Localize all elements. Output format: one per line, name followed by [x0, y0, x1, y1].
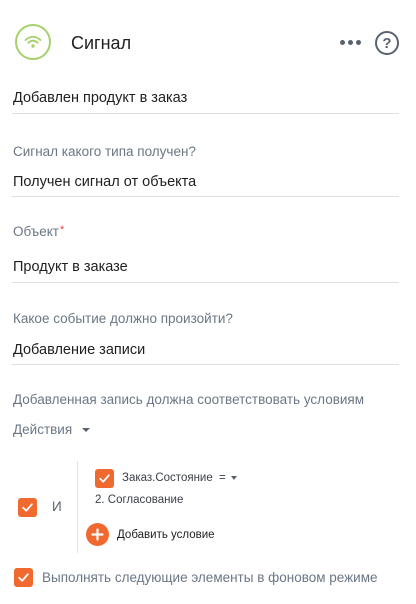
signal-type-field[interactable]: Получен сигнал от объекта: [12, 174, 399, 197]
required-mark: *: [59, 224, 65, 236]
page-title: Сигнал: [71, 33, 132, 53]
condition-checkbox[interactable]: [95, 469, 114, 488]
help-icon[interactable]: ?: [375, 31, 399, 55]
checkmark-icon: [22, 503, 33, 512]
wifi-signal-icon: [24, 35, 42, 48]
background-mode-label: Выполнять следующие элементы в фоновом р…: [42, 570, 378, 585]
group-checkbox[interactable]: [18, 498, 37, 517]
group-operator[interactable]: И: [52, 499, 62, 514]
actions-label: Действия: [13, 422, 73, 437]
condition-field[interactable]: Заказ.Состояние: [122, 472, 213, 484]
object-value: Продукт в заказе: [13, 259, 128, 275]
group-divider: [77, 461, 78, 553]
add-condition-label: Добавить условие: [117, 528, 215, 541]
element-name-field[interactable]: Добавлен продукт в заказ: [12, 90, 399, 114]
actions-dropdown[interactable]: Действия: [13, 422, 91, 437]
condition-value[interactable]: 2. Согласование: [95, 494, 183, 506]
chevron-down-icon: [230, 476, 237, 480]
checkmark-icon: [99, 474, 110, 483]
add-condition-button[interactable]: Добавить условие: [86, 523, 215, 546]
plus-icon: [86, 523, 109, 546]
event-value: Добавление записи: [13, 342, 146, 358]
event-field[interactable]: Добавление записи: [12, 342, 399, 365]
condition-operator[interactable]: =: [219, 472, 237, 484]
signal-element-icon: [15, 24, 51, 60]
checkmark-icon: [18, 573, 29, 582]
condition-operator-value: =: [219, 472, 226, 484]
more-options-icon[interactable]: [340, 38, 362, 46]
object-field[interactable]: Продукт в заказе: [12, 259, 399, 283]
background-mode-checkbox[interactable]: [14, 568, 33, 587]
signal-type-label: Сигнал какого типа получен?: [13, 144, 196, 159]
event-label: Какое событие должно произойти?: [13, 311, 233, 326]
header: Сигнал ?: [0, 0, 416, 84]
conditions-hint: Добавленная запись должна соответствоват…: [13, 392, 365, 407]
signal-type-value: Получен сигнал от объекта: [13, 174, 197, 190]
element-name-value: Добавлен продукт в заказ: [13, 90, 188, 106]
chevron-down-icon: [82, 427, 91, 432]
object-label: Объект*: [13, 224, 65, 239]
